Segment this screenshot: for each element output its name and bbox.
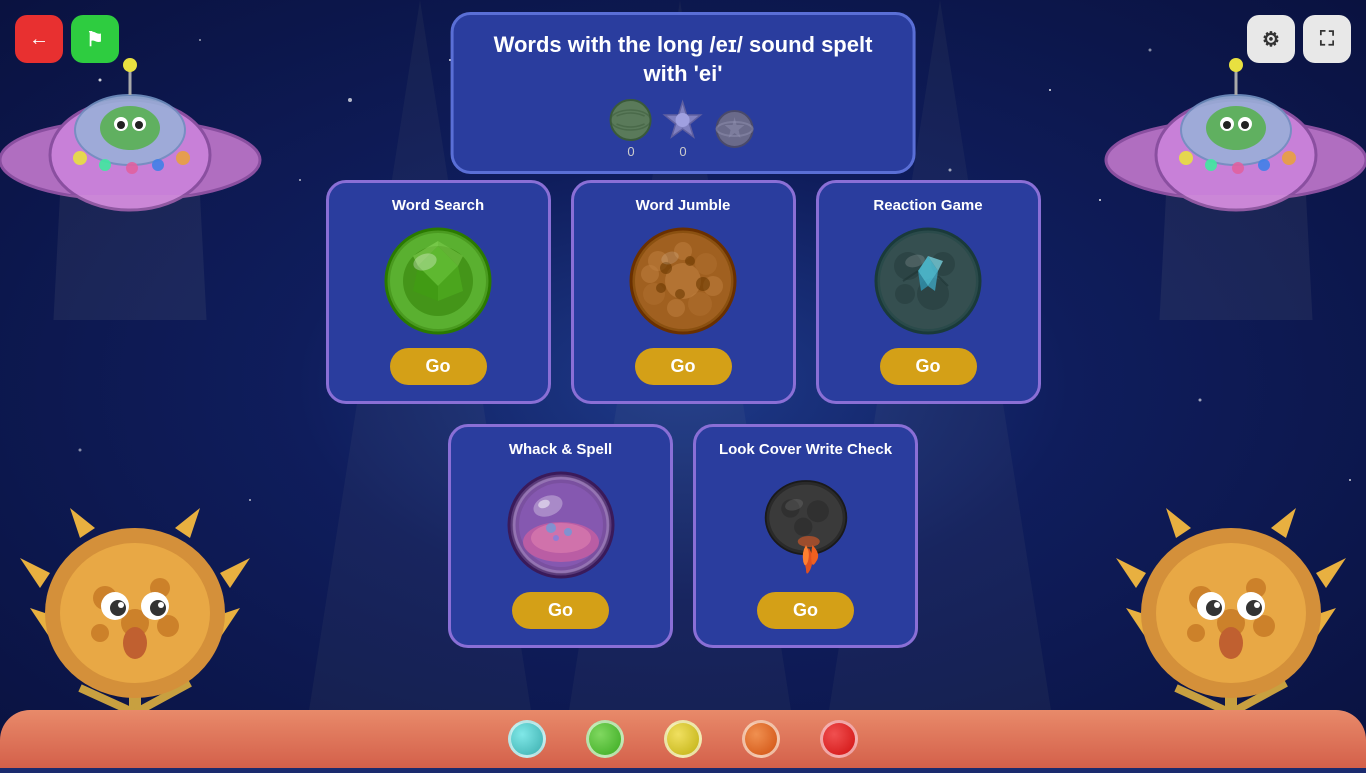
whack-spell-title: Whack & Spell [509, 441, 612, 458]
bottom-orb-5[interactable] [820, 720, 858, 758]
header-icon-star: 0 [661, 98, 705, 159]
header-box: Words with the long /eɪ/ sound spelt wit… [451, 12, 916, 174]
whack-spell-card[interactable]: Whack & Spell [448, 424, 673, 648]
top-right-nav: ⚙ ⛶ [1247, 15, 1351, 63]
header-title-line2: with 'ei' [644, 61, 723, 86]
planet-icon [713, 107, 757, 151]
whack-spell-image [506, 470, 616, 580]
look-cover-write-check-go-button[interactable]: Go [757, 592, 854, 629]
expand-button[interactable]: ⛶ [1303, 15, 1351, 63]
header-icons: 0 0 [494, 98, 873, 159]
reaction-game-go-button[interactable]: Go [880, 348, 977, 385]
whack-spell-go-button[interactable]: Go [512, 592, 609, 629]
header-icon-earth: 0 [609, 98, 653, 159]
earth-icon [609, 98, 653, 142]
bottom-cards-row: Whack & Spell [303, 424, 1063, 648]
header-title-line1: Words with the long /eɪ/ sound spelt [494, 32, 873, 57]
word-search-title: Word Search [392, 197, 484, 214]
reaction-game-image [873, 226, 983, 336]
right-creature-decoration [1116, 458, 1346, 738]
header-title: Words with the long /eɪ/ sound spelt wit… [494, 31, 873, 88]
bottom-orb-1[interactable] [508, 720, 546, 758]
word-search-card[interactable]: Word Search Go [326, 180, 551, 404]
flag-button[interactable]: ⚑ [71, 15, 119, 63]
word-search-image [383, 226, 493, 336]
look-cover-write-check-image [751, 470, 861, 580]
top-left-nav: ← ⚑ [15, 15, 119, 63]
word-search-go-button[interactable]: Go [390, 348, 487, 385]
top-cards-row: Word Search Go Word [303, 180, 1063, 404]
reaction-game-title: Reaction Game [873, 197, 982, 214]
star-icon-count: 0 [679, 144, 686, 159]
header-icon-planet [713, 107, 757, 151]
bottom-bar [0, 710, 1366, 768]
bottom-orb-3[interactable] [664, 720, 702, 758]
bottom-orb-4[interactable] [742, 720, 780, 758]
earth-icon-count: 0 [627, 144, 634, 159]
word-jumble-card[interactable]: Word Jumble [571, 180, 796, 404]
look-cover-write-check-card[interactable]: Look Cover Write Check [693, 424, 918, 648]
left-creature-decoration [20, 458, 250, 738]
bottom-orb-2[interactable] [586, 720, 624, 758]
look-cover-write-check-title: Look Cover Write Check [719, 441, 892, 458]
back-button[interactable]: ← [15, 15, 63, 63]
word-jumble-image [628, 226, 738, 336]
reaction-game-card[interactable]: Reaction Game [816, 180, 1041, 404]
main-content: Word Search Go Word [303, 180, 1063, 648]
word-jumble-go-button[interactable]: Go [635, 348, 732, 385]
word-jumble-title: Word Jumble [636, 197, 731, 214]
star-icon [661, 98, 705, 142]
settings-button[interactable]: ⚙ [1247, 15, 1295, 63]
